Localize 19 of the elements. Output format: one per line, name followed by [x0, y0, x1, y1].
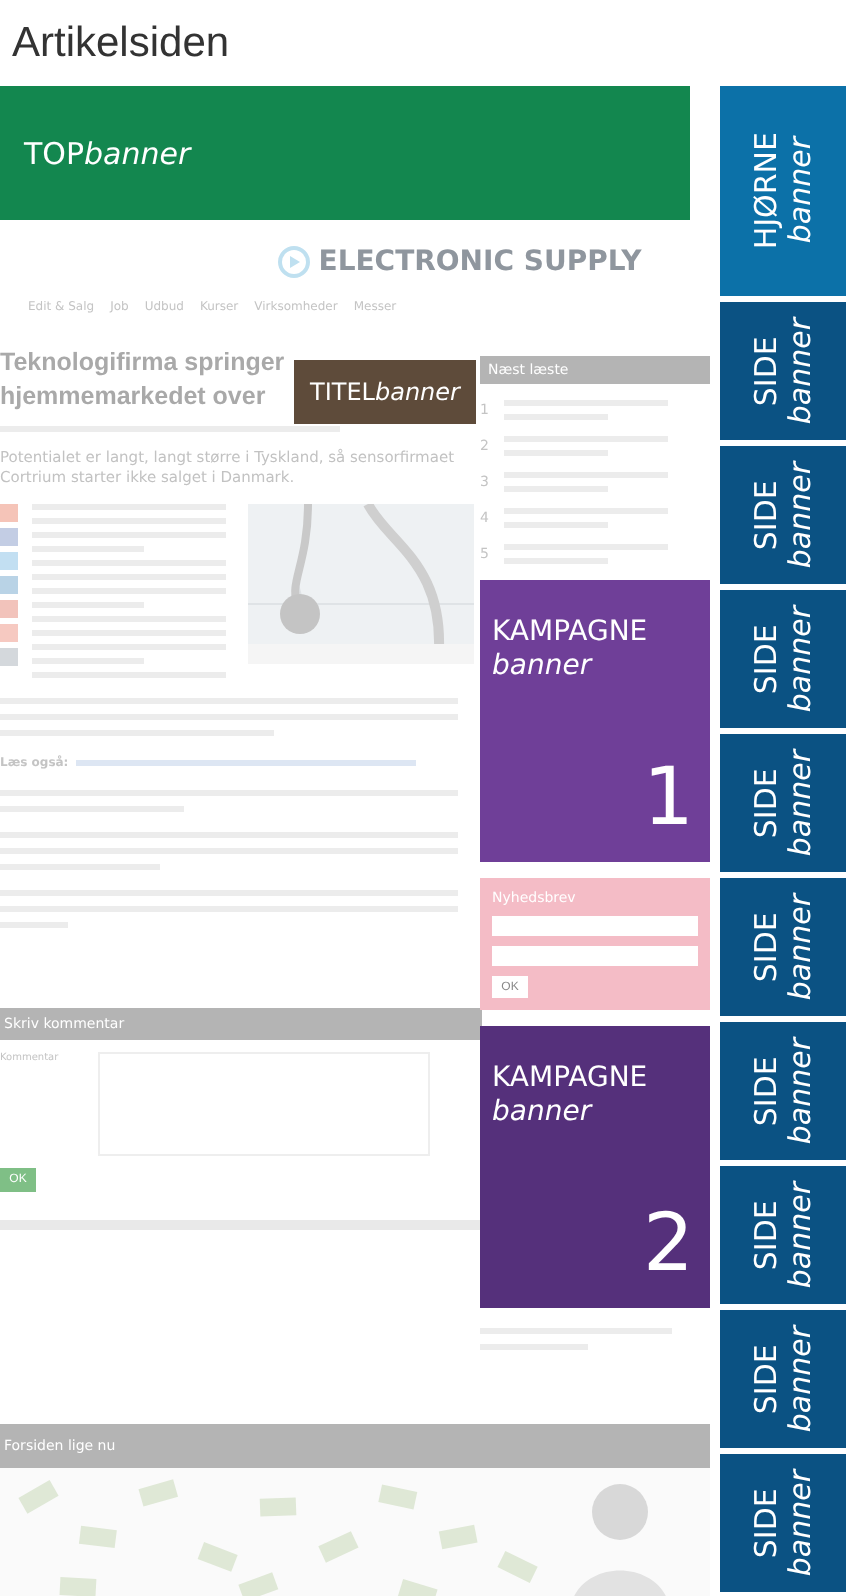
side-banner: SIDE banner: [720, 734, 846, 872]
top-banner: TOPbanner: [0, 86, 690, 220]
side-banner: SIDE banner: [720, 1166, 846, 1304]
site-logo: ELECTRONIC SUPPLY: [0, 240, 710, 284]
campaign-banner: KAMPAGNE banner 1: [480, 580, 710, 862]
title-banner: TITELbanner: [294, 360, 476, 424]
article-headline: Teknologifirma springer hjemmemarkedet over: [0, 346, 287, 414]
side-banner: SIDE banner: [720, 1454, 846, 1592]
side-banner: SIDE banner: [720, 1310, 846, 1448]
side-banner: SIDE banner: [720, 1022, 846, 1160]
side-banner: SIDE banner: [720, 302, 846, 440]
campaign-banner: KAMPAGNE banner 2: [480, 1026, 710, 1308]
corner-banner: HJØRNE banner: [720, 86, 846, 296]
side-banner: SIDE banner: [720, 446, 846, 584]
side-banner: SIDE banner: [720, 878, 846, 1016]
side-banner: SIDE banner: [720, 590, 846, 728]
input-field[interactable]: [492, 916, 698, 936]
input-field[interactable]: [492, 946, 698, 966]
page-title: Artikelsiden: [10, 17, 232, 69]
